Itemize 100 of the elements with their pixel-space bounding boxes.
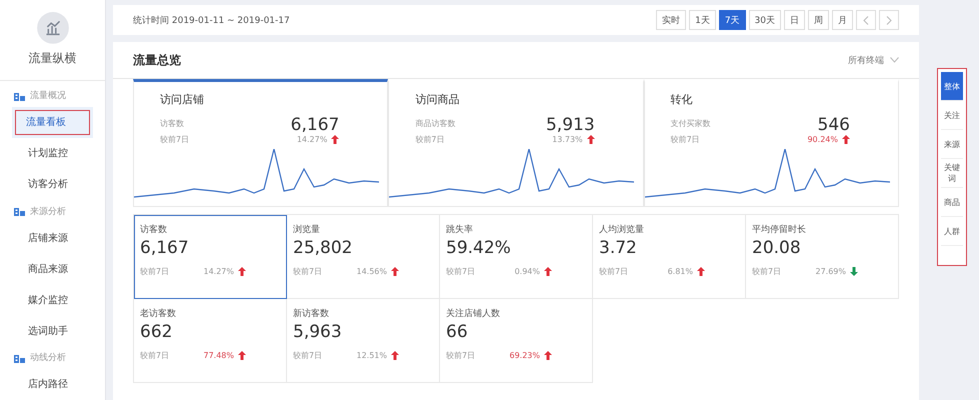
compare-label: 较前7日 [446,266,476,277]
period-button[interactable]: 月 [832,10,853,30]
metric-label: 平均停留时长 [752,224,807,236]
up-arrow-icon [238,351,246,360]
metric-label: 关注店铺人数 [446,308,501,320]
sidebar-item[interactable]: 流量看板 [12,107,93,138]
compare-label: 较前7日 [599,266,628,277]
change-percent: 14.27% [203,267,234,276]
metric-value: 25,802 [293,238,354,258]
chevron-right-icon [886,16,892,24]
section-title: 流量总览 [133,52,181,68]
overview-tile[interactable]: 转化 支付买家数 较前7日 546 90.24% [644,79,899,207]
chevron-down-icon [890,57,899,63]
metric-value: 662 [140,322,174,342]
next-button[interactable] [879,10,899,30]
up-arrow-icon [331,135,340,144]
tile-title: 转化 [670,92,694,107]
metric-tile[interactable]: 人均浏览量 3.72 较前7日 6.81% [593,215,746,299]
metric-label: 支付买家数 [670,118,711,129]
metric-tile[interactable]: 访客数 6,167 较前7日 14.27% [134,215,287,299]
side-tab[interactable]: 整体 [941,72,963,101]
sidebar-section-label: 流量概况 [30,90,66,102]
change-percent: 77.48% [203,351,234,360]
down-arrow-icon [850,267,858,276]
chevron-left-icon [863,16,869,24]
metric-value: 546 [818,115,850,135]
metric-value: 20.08 [752,238,802,258]
building-icon [14,206,25,216]
metric-value: 3.72 [599,238,638,258]
compare-label: 较前7日 [752,266,782,277]
period-button[interactable]: 周 [808,10,829,30]
period-button[interactable]: 7天 [718,10,746,30]
metric-tile[interactable]: 新访客数 5,963 较前7日 12.51% [287,299,440,383]
change-percent: 90.24% [807,135,838,144]
period-button[interactable]: 日 [784,10,805,30]
date-range: 统计时间 2019-01-11 ~ 2019-01-17 [133,14,290,26]
up-arrow-icon [391,267,399,276]
tile-title: 访问店铺 [159,92,205,107]
up-arrow-icon [586,135,595,144]
sidebar-item[interactable]: 商品来源 [0,254,105,285]
sidebar-item[interactable]: 媒介监控 [0,284,105,316]
compare-label: 较前7日 [293,350,322,361]
up-arrow-icon [544,351,552,360]
period-button[interactable]: 30天 [748,10,781,30]
up-arrow-icon [391,351,399,360]
metric-value: 5,913 [546,115,595,135]
metric-label: 老访客数 [140,308,177,320]
change-percent: 14.56% [356,267,387,276]
period-button[interactable]: 实时 [656,10,686,30]
change-percent: 14.27% [296,135,328,144]
compare-label: 较前7日 [140,350,170,361]
terminal-dropdown[interactable]: 所有终端 [848,54,899,66]
sidebar-section-label: 动线分析 [30,352,66,364]
change-percent: 0.94% [514,267,540,276]
sidebar-title: 流量纵横 [28,50,78,67]
sidebar-item[interactable]: 计划监控 [0,138,105,170]
period-button[interactable]: 1天 [689,10,716,30]
metric-tile[interactable]: 跳失率 59.42% 较前7日 0.94% [440,215,593,299]
compare-label: 较前7日 [293,266,322,277]
building-icon [14,90,25,101]
compare-label: 较前7日 [415,134,446,145]
change-percent: 69.23% [509,351,540,360]
up-arrow-icon [842,135,850,144]
compare-label: 较前7日 [670,134,701,145]
metric-label: 浏览量 [293,224,321,236]
building-icon [14,352,25,363]
sidebar-section-label: 来源分析 [30,206,66,218]
metric-label: 商品访客数 [415,118,456,129]
compare-label: 较前7日 [446,350,476,361]
up-arrow-icon [544,267,552,276]
up-arrow-icon [238,267,246,276]
metric-value: 59.42% [446,238,512,258]
overview-tile[interactable]: 访问店铺 访客数 较前7日 6,167 14.27% [133,79,388,207]
change-percent: 27.69% [815,267,846,276]
change-percent: 6.81% [668,267,693,276]
up-arrow-icon [697,267,705,276]
metric-tile[interactable]: 浏览量 25,802 较前7日 14.56% [287,215,440,299]
metric-tile[interactable]: 平均停留时长 20.08 较前7日 27.69% [746,215,899,299]
overview-tile[interactable]: 访问商品 商品访客数 较前7日 5,913 13.73% [388,79,644,207]
metric-label: 跳失率 [446,224,474,236]
sidebar-item[interactable]: 店内路径 [0,369,105,400]
sidebar-item[interactable]: 店铺来源 [0,222,105,254]
metric-tile[interactable]: 老访客数 662 较前7日 77.48% [134,299,287,383]
metric-value: 5,963 [293,322,343,342]
metric-tile[interactable]: 关注店铺人数 66 较前7日 69.23% [440,299,593,383]
previous-button[interactable] [856,10,876,30]
metric-value: 6,167 [140,238,190,258]
sidebar-item[interactable]: 访客分析 [0,169,105,200]
metric-value: 66 [446,322,469,342]
change-percent: 12.51% [356,351,387,360]
metric-label: 新访客数 [293,308,330,320]
sidebar-item[interactable]: 选词助手 [0,316,105,347]
compare-label: 较前7日 [160,134,190,145]
compare-label: 较前7日 [140,266,170,277]
tile-title: 访问商品 [414,92,460,107]
metric-label: 人均浏览量 [599,224,645,236]
metric-label: 访客数 [140,224,168,236]
change-percent: 13.73% [552,135,583,144]
metric-label: 访客数 [160,118,185,129]
chart-logo-icon [36,12,70,44]
